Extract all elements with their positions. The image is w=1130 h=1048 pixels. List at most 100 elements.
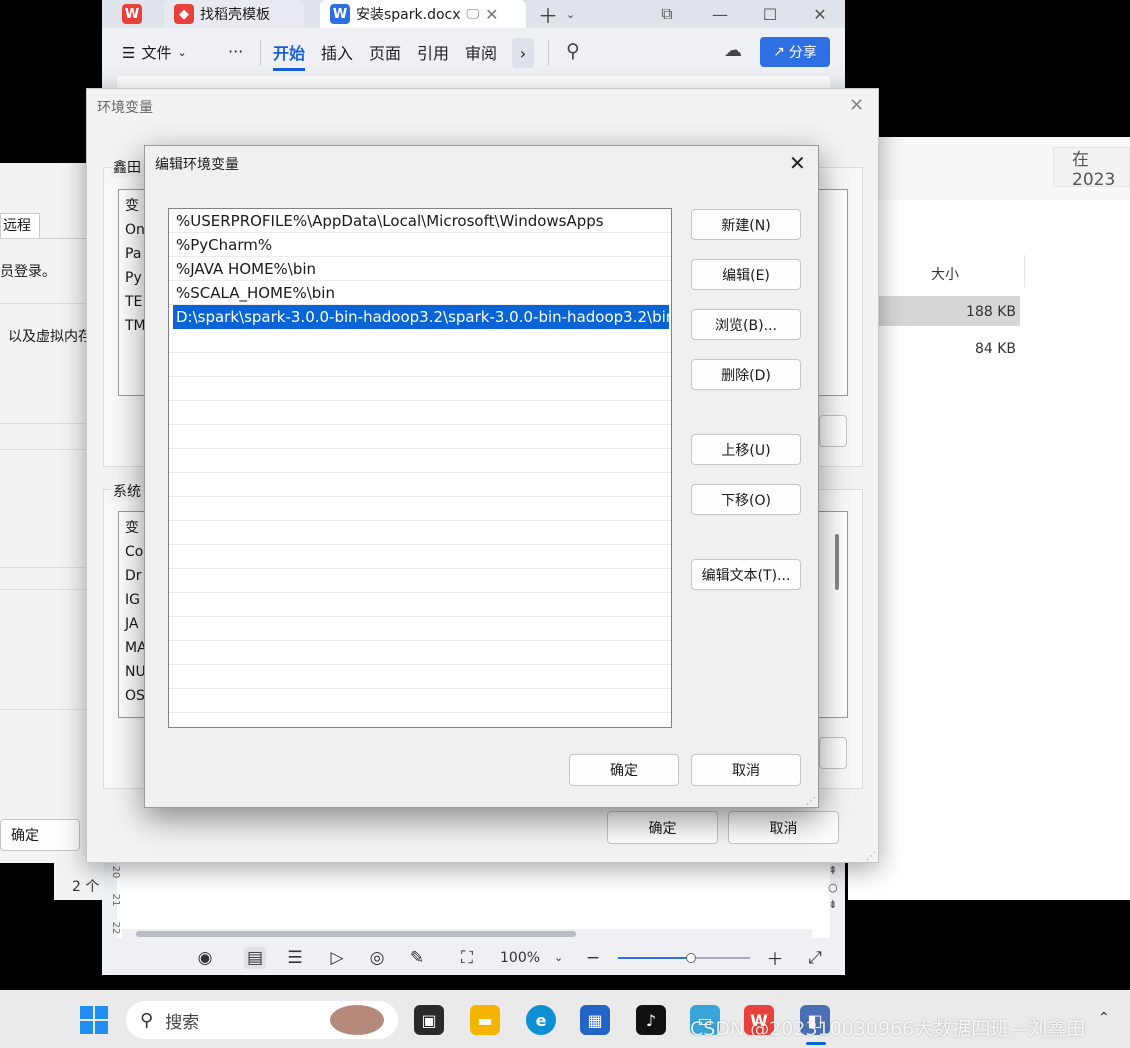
left-ok-button[interactable]: 确定 (0, 819, 80, 851)
page-down-icon[interactable]: ⇟ (828, 896, 838, 913)
cancel-button[interactable]: 取消 (691, 754, 801, 786)
close-window-icon[interactable]: ✕ (797, 0, 843, 28)
empty-row[interactable] (169, 449, 671, 473)
fullscreen-icon[interactable]: ⤢ (804, 947, 826, 969)
ok-button[interactable]: 确定 (569, 754, 679, 786)
share-button[interactable]: ↗ 分享 (760, 37, 830, 67)
list-item[interactable]: 变 (125, 194, 146, 218)
share-icon: ↗ (773, 44, 785, 60)
env-ok-button[interactable]: 确定 (607, 811, 718, 844)
empty-row[interactable] (169, 641, 671, 665)
path-list[interactable]: %USERPROFILE%\AppData\Local\Microsoft\Wi… (168, 208, 672, 728)
empty-row[interactable] (169, 545, 671, 569)
resize-grip-icon[interactable]: ⋰ (866, 851, 876, 862)
store-icon[interactable]: ▦ (580, 1005, 610, 1035)
empty-row[interactable] (169, 353, 671, 377)
pen-icon[interactable]: ✎ (406, 947, 428, 969)
menu-page[interactable]: 页面 (369, 40, 401, 64)
zoom-out-icon[interactable]: − (582, 947, 604, 969)
tab-remote[interactable]: 远程 (0, 213, 40, 239)
web-view-icon[interactable]: ◎ (366, 947, 388, 969)
menu-insert[interactable]: 插入 (321, 40, 353, 64)
start-icon[interactable] (80, 1006, 108, 1034)
empty-row[interactable] (169, 425, 671, 449)
close-icon[interactable]: ✕ (789, 151, 806, 175)
system-delete-button-partial[interactable] (819, 737, 847, 769)
wps-tab-template[interactable]: ◆ 找稻壳模板 (164, 0, 304, 28)
list-item[interactable]: Py (125, 266, 146, 290)
list-item[interactable]: TM (125, 314, 146, 338)
column-header-size[interactable]: 大小 (931, 264, 959, 284)
list-item[interactable]: TE (125, 290, 146, 314)
page-nav[interactable]: ⇞ ○ ⇟ (828, 862, 838, 913)
empty-row[interactable] (169, 329, 671, 353)
env-cancel-button[interactable]: 取消 (728, 811, 839, 844)
horizontal-scrollbar[interactable] (122, 929, 812, 939)
menu-review[interactable]: 审阅 (465, 40, 497, 64)
cloud-upload-icon[interactable]: ☁ (724, 40, 742, 61)
list-item[interactable]: On (125, 218, 146, 242)
empty-row[interactable] (169, 377, 671, 401)
close-icon[interactable]: ✕ (849, 95, 864, 116)
zoom-dropdown-icon[interactable]: ⌄ (554, 951, 563, 964)
empty-row[interactable] (169, 521, 671, 545)
outline-icon[interactable]: ☰ (284, 947, 306, 969)
empty-row[interactable] (169, 473, 671, 497)
path-item[interactable]: %SCALA_HOME%\bin (169, 281, 671, 305)
search-icon[interactable]: ⚲ (566, 40, 580, 62)
file-menu[interactable]: ☰ 文件 ⌄ (122, 42, 187, 63)
play-icon[interactable]: ▷ (326, 947, 348, 969)
edit-button[interactable]: 编辑(E) (691, 259, 801, 290)
restore-tabs-icon[interactable]: ⧉ (644, 0, 690, 28)
new-tab-icon[interactable]: ＋ ⌄ (538, 0, 575, 28)
menu-reference[interactable]: 引用 (417, 40, 449, 64)
taskbar-search[interactable]: ⚲ 搜索 (126, 1001, 398, 1039)
maximize-icon[interactable]: ☐ (747, 0, 793, 28)
zoom-value[interactable]: 100% (500, 950, 540, 966)
page-view-icon[interactable]: ▤ (244, 946, 266, 969)
path-item-selected[interactable]: D:\spark\spark-3.0.0-bin-hadoop3.2\spark… (173, 305, 671, 329)
file-explorer-icon[interactable]: ▬ (470, 1005, 500, 1035)
empty-row[interactable] (169, 569, 671, 593)
scrollbar-thumb[interactable] (136, 931, 576, 937)
empty-row[interactable] (169, 617, 671, 641)
path-item[interactable]: %PyCharm% (169, 233, 671, 257)
edge-icon[interactable]: e (526, 1005, 556, 1035)
move-up-button[interactable]: 上移(U) (691, 434, 801, 465)
more-menu[interactable]: ··· (228, 42, 243, 61)
taskview-icon[interactable]: ▣ (414, 1005, 444, 1035)
move-down-button[interactable]: 下移(O) (691, 484, 801, 515)
zoom-in-icon[interactable]: ＋ (764, 947, 786, 970)
minimize-icon[interactable]: — (697, 0, 743, 28)
empty-row[interactable] (169, 497, 671, 521)
empty-row[interactable] (169, 593, 671, 617)
page-up-icon[interactable]: ⇞ (828, 862, 838, 879)
zoom-slider-knob[interactable] (685, 953, 696, 963)
empty-row[interactable] (169, 689, 671, 713)
tray-expand-icon[interactable]: ⌃ (1098, 1010, 1110, 1026)
path-item[interactable]: %USERPROFILE%\AppData\Local\Microsoft\Wi… (169, 209, 671, 233)
resize-grip-icon[interactable]: ⋰ (806, 796, 816, 807)
tiktok-icon[interactable]: ♪ (636, 1005, 666, 1035)
user-delete-button-partial[interactable] (819, 415, 847, 447)
edit-text-button[interactable]: 编辑文本(T)... (691, 559, 801, 590)
path-item[interactable]: %JAVA HOME%\bin (169, 257, 671, 281)
empty-row[interactable] (169, 665, 671, 689)
menu-home[interactable]: 开始 (273, 40, 306, 71)
explorer-search-input[interactable]: 在 2023 (1053, 147, 1130, 190)
system-properties-window: 远程 员登录。 以及虚拟内存 确定 (0, 163, 92, 863)
scrollbar-thumb[interactable] (835, 534, 839, 590)
eye-icon[interactable]: ◉ (194, 947, 216, 969)
close-tab-icon[interactable]: ✕ (485, 5, 498, 24)
wps-home-tab[interactable]: W (112, 0, 152, 28)
page-dot-icon[interactable]: ○ (828, 879, 838, 896)
zoom-slider[interactable] (618, 953, 750, 963)
fit-page-icon[interactable]: ⛶ (456, 947, 478, 969)
new-button[interactable]: 新建(N) (691, 209, 801, 240)
wps-tab-document[interactable]: W 安装spark.docx 🖵 ✕ (320, 0, 526, 28)
delete-button[interactable]: 删除(D) (691, 359, 801, 390)
list-item[interactable]: Pa (125, 242, 146, 266)
menu-scroll-right-icon[interactable]: › (512, 38, 534, 68)
empty-row[interactable] (169, 401, 671, 425)
browse-button[interactable]: 浏览(B)... (691, 309, 801, 340)
